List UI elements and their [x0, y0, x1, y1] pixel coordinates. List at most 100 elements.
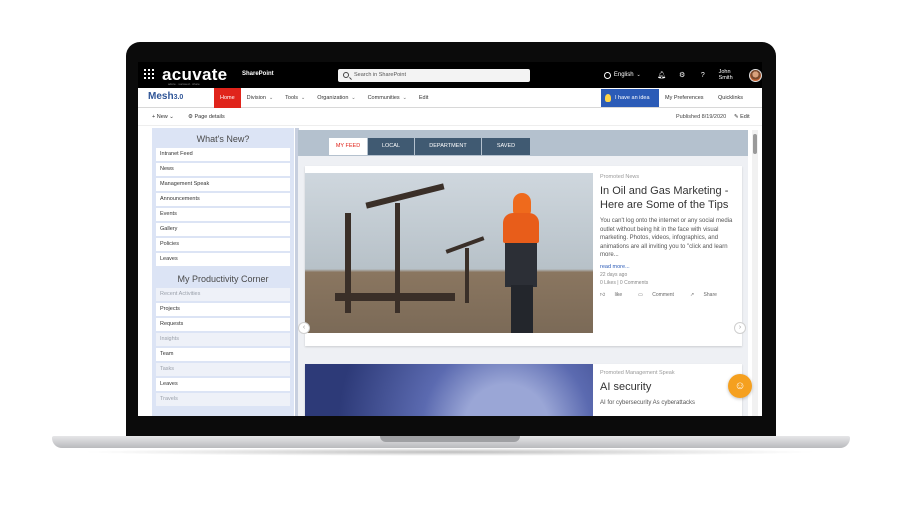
list-item[interactable]: Announcements: [156, 193, 290, 206]
list-item[interactable]: Gallery: [156, 223, 290, 236]
list-item[interactable]: Policies: [156, 238, 290, 251]
card-category: Promoted Management Speak: [600, 370, 675, 376]
scrollbar-thumb[interactable]: [753, 134, 757, 154]
worker-figure: [513, 193, 531, 215]
left-rail: What's New? Intranet Feed News Managemen…: [152, 128, 299, 416]
card-actions: 👍︎ like ▭ Comment ↗ Share: [600, 292, 740, 298]
ai-security-image: [305, 364, 593, 416]
page-details-label: Page details: [194, 114, 225, 120]
card-headline[interactable]: AI security: [600, 380, 740, 394]
laptop-notch: [380, 436, 520, 442]
feed-area: MY FEED LOCAL DEPARTMENT SAVED Promoted …: [298, 130, 748, 416]
idea-button[interactable]: I have an idea: [601, 89, 659, 107]
list-item[interactable]: Leaves: [156, 253, 290, 266]
mesh-logo-text: Mesh: [148, 91, 174, 102]
list-item[interactable]: Requests: [156, 318, 290, 331]
chevron-down-icon: ⌄: [300, 95, 306, 101]
nav-item-communities[interactable]: Communities ⌄: [362, 88, 413, 108]
chatbot-icon[interactable]: ☺: [728, 374, 752, 398]
list-item[interactable]: News: [156, 163, 290, 176]
comment-button[interactable]: ▭ Comment: [638, 292, 682, 298]
nav-item-label: Tools: [285, 95, 298, 101]
help-icon[interactable]: ?: [696, 72, 710, 79]
nav-item-label: Organization: [317, 95, 349, 101]
card-headline[interactable]: In Oil and Gas Marketing - Here are Some…: [600, 184, 740, 212]
list-item[interactable]: Projects: [156, 303, 290, 316]
nav-item-home[interactable]: Home: [214, 88, 241, 108]
like-label: like: [614, 291, 623, 298]
lightbulb-icon: [605, 94, 611, 102]
like-button[interactable]: 👍︎ like: [600, 292, 630, 298]
user-name[interactable]: John Smith: [719, 69, 746, 81]
search-icon: [343, 72, 349, 78]
new-label: New: [156, 114, 168, 120]
app-name[interactable]: SharePoint: [242, 71, 274, 77]
gear-icon[interactable]: ⚙: [675, 71, 689, 79]
preferences-link[interactable]: My Preferences: [665, 88, 704, 108]
card-counts: 0 Likes | 0 Comments: [600, 279, 649, 286]
card-excerpt: AI for cybersecurity As cyberattacks: [600, 400, 696, 406]
avatar[interactable]: [749, 68, 762, 82]
productivity-list: Recent Activities Projects Requests Insi…: [152, 288, 294, 406]
list-item[interactable]: Intranet Feed: [156, 148, 290, 161]
news-card-text: Promoted News In Oil and Gas Marketing -…: [600, 174, 740, 298]
bell-icon[interactable]: 🔔︎: [655, 71, 669, 79]
whats-new-title: What's New?: [196, 134, 250, 144]
news-card-text: Promoted Management Speak AI security AI…: [600, 370, 740, 408]
chevron-down-icon: ⌄: [268, 95, 274, 101]
mesh-logo-version: 3.0: [173, 94, 184, 101]
share-icon: ↗: [689, 291, 696, 298]
thumbs-up-icon: 👍︎: [600, 291, 607, 298]
news-card[interactable]: Promoted Management Speak AI security AI…: [305, 364, 742, 416]
list-group-header: Tasks: [156, 363, 290, 376]
tab-department[interactable]: DEPARTMENT: [415, 138, 481, 155]
list-item[interactable]: Leaves: [156, 378, 290, 391]
share-button[interactable]: ↗ Share: [690, 292, 725, 298]
tab-my-feed[interactable]: MY FEED: [329, 138, 367, 155]
nav-item-label: Communities: [367, 95, 400, 101]
list-group-header: Travels: [156, 393, 290, 406]
card-excerpt: You can't log onto the internet or any s…: [600, 218, 733, 258]
site-navigation: Mesh3.0 Home Division ⌄ Tools ⌄ Organizati…: [138, 88, 762, 108]
page-details-button[interactable]: ⚙ Page details: [188, 114, 225, 120]
nav-item-label: Division: [246, 95, 266, 101]
news-card[interactable]: Promoted News In Oil and Gas Marketing -…: [305, 166, 742, 346]
command-bar: + New ⌄ ⚙ Page details Published 8/19/20…: [138, 109, 762, 126]
language-selector[interactable]: English: [614, 72, 634, 78]
new-button[interactable]: + New ⌄: [152, 114, 174, 120]
card-category: Promoted News: [600, 174, 640, 180]
chevron-down-icon[interactable]: ⌄: [637, 72, 641, 78]
comment-label: Comment: [652, 291, 674, 298]
list-item[interactable]: Team: [156, 348, 290, 361]
read-more-link[interactable]: read more...: [600, 264, 740, 270]
chevron-down-icon: ⌄: [351, 95, 356, 101]
nav-item-organization[interactable]: Organization ⌄: [311, 88, 361, 108]
search-placeholder: Search in SharePoint: [354, 72, 406, 78]
tab-saved[interactable]: SAVED: [482, 138, 530, 155]
card-date: 22 days ago: [600, 271, 628, 278]
quicklinks-link[interactable]: Quicklinks: [718, 88, 743, 108]
published-status: Published 8/19/2020: [676, 114, 727, 120]
edit-label: Edit: [740, 114, 750, 120]
list-item[interactable]: Events: [156, 208, 290, 221]
tab-local[interactable]: LOCAL: [368, 138, 414, 155]
oil-rig-image: [305, 173, 593, 333]
mesh-logo[interactable]: Mesh3.0: [148, 91, 183, 102]
app-launcher-icon[interactable]: [144, 69, 154, 79]
edit-button[interactable]: ✎ Edit: [734, 114, 750, 120]
carousel-prev-icon[interactable]: ‹: [298, 322, 310, 334]
suite-bar: acuvate adore · succeed · share SharePoi…: [138, 62, 762, 88]
laptop-mockup: acuvate adore · succeed · share SharePoi…: [0, 0, 900, 511]
search-input[interactable]: Search in SharePoint: [338, 69, 530, 82]
list-group-header: Recent Activities: [156, 288, 290, 301]
nav-item-division[interactable]: Division ⌄: [241, 88, 279, 108]
nav-item-tools[interactable]: Tools ⌄: [279, 88, 311, 108]
suite-actions: English ⌄ 🔔︎ ⚙ ? John Smith: [604, 68, 762, 82]
globe-icon[interactable]: [604, 71, 611, 79]
chevron-down-icon: ⌄: [402, 95, 407, 101]
carousel-next-icon[interactable]: ›: [734, 322, 746, 334]
list-item[interactable]: Management Speak: [156, 178, 290, 191]
idea-button-label: I have an idea: [615, 95, 650, 101]
nav-item-edit[interactable]: Edit: [413, 88, 434, 108]
feed-scrollbar[interactable]: [752, 130, 758, 416]
